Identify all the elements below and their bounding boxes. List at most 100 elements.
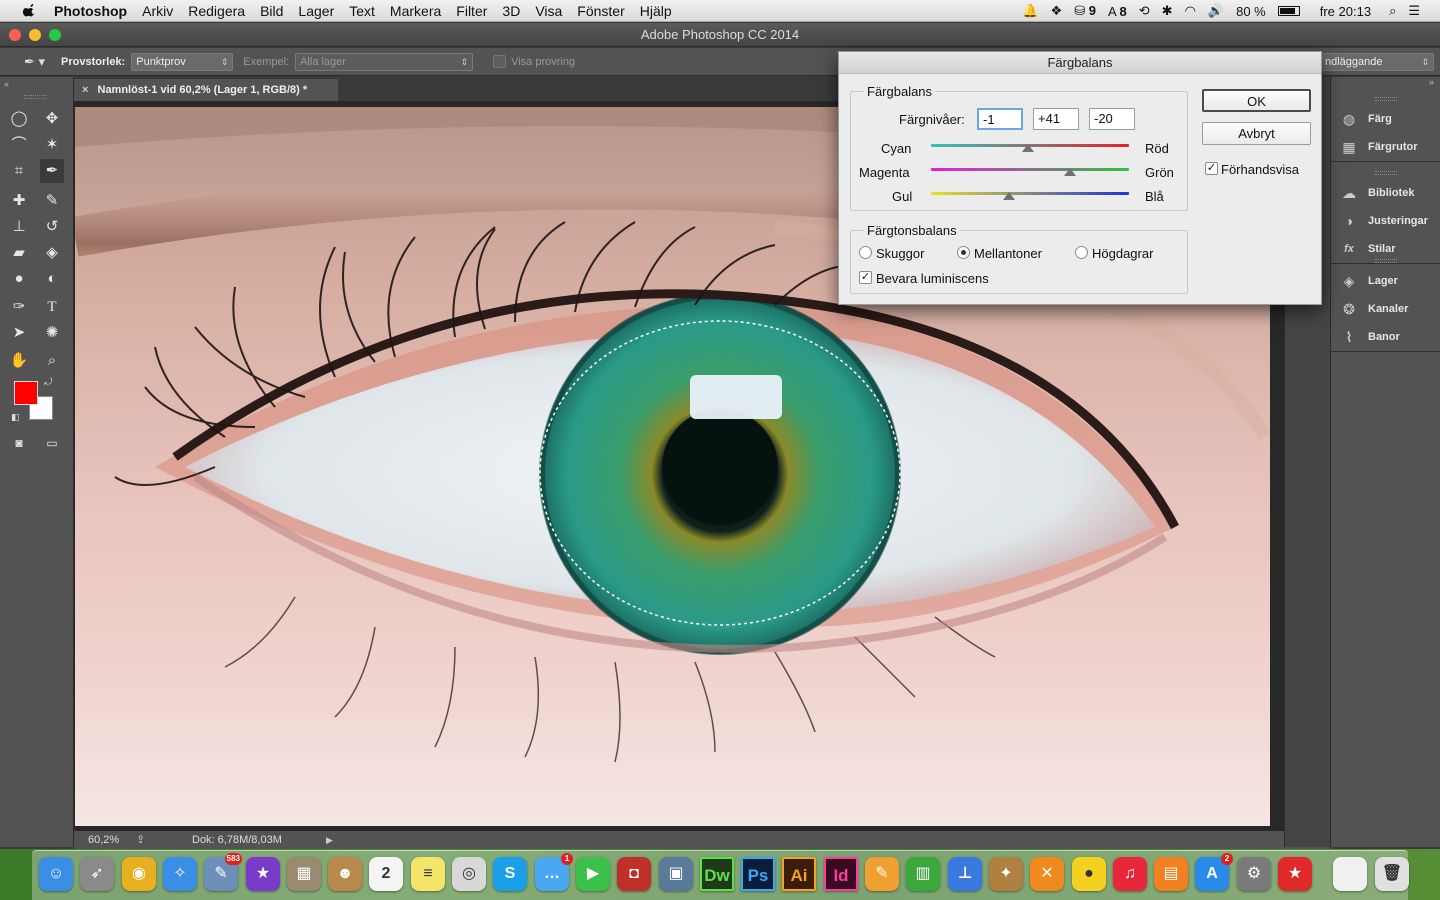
zoom-window-button[interactable] [49,29,61,41]
sample-size-select[interactable]: Punktprov [131,52,234,71]
time-machine-icon[interactable]: ⟲ [1139,3,1150,19]
slider-thumb-yellow-blue[interactable] [1003,192,1015,200]
appstore-icon[interactable]: A2 [1195,853,1233,891]
eyedropper-tool-icon[interactable]: ✒ [40,159,64,183]
photos-icon[interactable]: ◎ [452,857,486,891]
swap-colors-icon[interactable]: ⤾ [44,377,52,388]
menu-arkiv[interactable]: Arkiv [142,3,173,19]
zoom-level[interactable]: 60,2% [88,831,119,849]
panel-fargrutor[interactable]: ▦ Färgrutor [1331,133,1440,161]
pages-icon[interactable]: ✎ [865,857,899,891]
battery-percent[interactable]: 80 % [1236,4,1266,19]
messages-icon[interactable]: … 1 [535,853,573,891]
preserve-luminosity-checkbox[interactable]: ✓ [859,271,872,284]
menu-visa[interactable]: Visa [535,3,562,19]
slider-thumb-magenta-green[interactable] [1064,168,1076,176]
pen-tool-icon[interactable]: ✑ [7,295,31,319]
level-input-magenta-green[interactable]: +41 [1033,108,1079,130]
status-item-2[interactable]: A 8 [1108,4,1127,19]
document-tab[interactable]: × Namnlöst-1 vid 60,2% (Lager 1, RGB/8) … [74,79,338,101]
panel-banor[interactable]: ⌇ Banor [1331,323,1440,351]
crop-tool-icon[interactable]: ⌗ [7,159,31,183]
zoom-tool-icon[interactable]: ⌕ [40,349,64,373]
panels-collapse-icon[interactable]: » [1429,77,1434,87]
menu-bild[interactable]: Bild [260,3,283,19]
paint-bucket-tool-icon[interactable]: ◈ [40,241,64,265]
trash-icon[interactable]: 🗑 [1375,857,1409,891]
preview-icon[interactable]: ✎ 583 [204,853,242,891]
screen-mode-icon[interactable]: ▭ [40,431,64,455]
clone-stamp-tool-icon[interactable]: ⊥ [7,215,31,239]
finder-icon[interactable]: ☺ [39,857,73,891]
document-icon[interactable] [1333,857,1367,891]
menu-markera[interactable]: Markera [390,3,441,19]
notes-icon[interactable]: ≡ [411,857,445,891]
history-brush-tool-icon[interactable]: ↺ [40,215,64,239]
menu-3d[interactable]: 3D [502,3,520,19]
apple-logo-icon[interactable] [20,3,40,19]
spotlight-search-icon[interactable]: ⌕ [1389,3,1396,19]
menu-photoshop[interactable]: Photoshop [54,3,127,19]
calendar-icon[interactable]: 2 [369,857,403,891]
close-tab-icon[interactable]: × [82,84,88,96]
hand-tool-icon[interactable]: ✋ [7,349,31,373]
default-colors-icon[interactable]: ◧ [11,412,20,423]
preview-label[interactable]: Förhandsvisa [1221,162,1299,177]
menu-fonster[interactable]: Fönster [577,3,624,19]
id-icon[interactable]: Id [824,857,858,891]
workspace-select[interactable]: ndläggande [1320,52,1434,71]
radio-label-shadows[interactable]: Skuggor [876,246,924,261]
notification-center-icon[interactable]: ☰ [1408,3,1420,19]
battery-icon[interactable] [1277,6,1300,16]
volume-icon[interactable]: 🔊 [1208,3,1224,19]
radio-shadows[interactable] [859,246,872,259]
chrome-icon[interactable]: ◉ [122,857,156,891]
music-icon[interactable]: ♫ [1113,857,1147,891]
radio-highlights[interactable] [1075,246,1088,259]
custom-shape-tool-icon[interactable]: ✺ [40,321,64,345]
healing-brush-tool-icon[interactable]: ✚ [7,189,31,213]
show-ring-checkbox[interactable] [493,55,507,68]
slider-thumb-cyan-red[interactable] [1022,144,1034,152]
clock[interactable]: fre 20:13 [1320,4,1371,19]
magic-wand-tool-icon[interactable]: ✶ [40,133,64,157]
lion-icon[interactable]: ✦ [989,857,1023,891]
camera-icon[interactable]: ▣ [659,857,693,891]
tools-collapse-icon[interactable]: « [4,79,9,89]
eraser-tool-icon[interactable]: ▰ [7,241,31,265]
panel-kanaler[interactable]: ❂ Kanaler [1331,295,1440,323]
status-menu-arrow-icon[interactable]: ▶ [326,831,333,849]
ps-icon[interactable]: Ps [741,857,775,891]
bluetooth-icon[interactable]: ✱ [1162,3,1173,19]
preserve-luminosity-label[interactable]: Bevara luminiscens [876,271,989,286]
panel-justeringar[interactable]: ◑ Justeringar [1331,207,1440,235]
wifi-icon[interactable]: ◠ [1185,3,1196,19]
calculator-icon[interactable]: ▦ [287,857,321,891]
star-icon[interactable]: ★ [246,857,280,891]
menu-lager[interactable]: Lager [298,3,334,19]
contacts-icon[interactable]: ☻ [328,857,362,891]
keynote-icon[interactable]: ⊥ [948,857,982,891]
ok-button[interactable]: OK [1202,89,1311,112]
panel-grip[interactable] [1375,171,1397,175]
export-icon[interactable]: ⇪ [136,831,145,849]
book-icon[interactable]: ▤ [1154,857,1188,891]
path-selection-tool-icon[interactable]: ➤ [7,321,31,345]
tools-grip[interactable] [24,95,46,99]
polygon-lasso-tool-icon[interactable]: ⌒ [7,133,31,157]
preview-checkbox[interactable]: ✓ [1205,162,1218,175]
radio-label-highlights[interactable]: Högdagrar [1092,246,1153,261]
duck-icon[interactable]: ● [1072,857,1106,891]
panel-farg[interactable]: ◍ Färg [1331,105,1440,133]
menu-redigera[interactable]: Redigera [188,3,245,19]
dialog-title[interactable]: Färgbalans [839,52,1321,74]
status-item-1[interactable]: ⛁ 9 [1074,3,1096,19]
slider-track-yellow-blue[interactable] [931,192,1129,195]
menu-text[interactable]: Text [349,3,375,19]
panel-bibliotek[interactable]: ☁ Bibliotek [1331,179,1440,207]
close-window-button[interactable] [9,29,21,41]
level-input-yellow-blue[interactable]: -20 [1089,108,1135,130]
notification-bell-icon[interactable]: 🔔 [1022,3,1038,19]
panel-lager[interactable]: ◈ Lager [1331,267,1440,295]
gear-icon[interactable]: ⚙ [1237,857,1271,891]
